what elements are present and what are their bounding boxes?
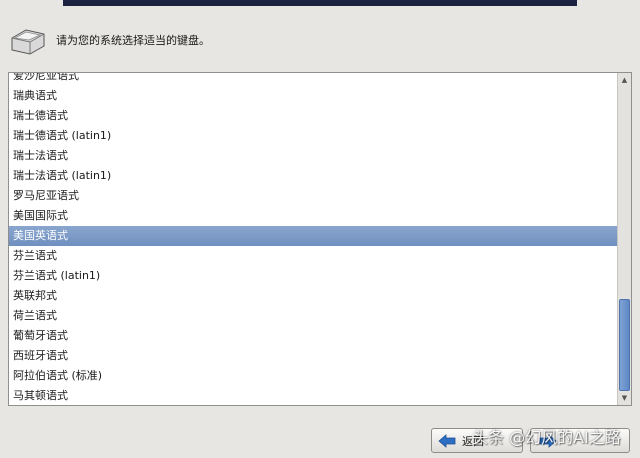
list-item[interactable]: 英联邦式 (9, 286, 617, 306)
list-item[interactable]: 马其顿语式 (9, 386, 617, 405)
list-item[interactable]: 瑞士德语式 (latin1) (9, 126, 617, 146)
top-banner (63, 0, 577, 6)
list-item[interactable]: 美国英语式 (9, 226, 617, 246)
keyboard-list-items: 爱沙尼亚语式 瑞典语式 瑞士德语式 瑞士德语式 (latin1) 瑞士法语式 瑞士法语式 … (9, 73, 617, 405)
list-item[interactable]: 阿拉伯语式 (标准) (9, 366, 617, 386)
list-item[interactable]: 荷兰语式 (9, 306, 617, 326)
arrow-right-icon (539, 433, 557, 448)
list-scrollbar[interactable]: ▲ ▼ (617, 73, 631, 405)
list-item[interactable]: 瑞士法语式 (9, 146, 617, 166)
header-label: 请为您的系统选择适当的键盘。 (56, 34, 210, 47)
list-item[interactable]: 芬兰语式 (latin1) (9, 266, 617, 286)
list-item[interactable]: 西班牙语式 (9, 346, 617, 366)
back-button[interactable]: 返回 (431, 428, 523, 453)
list-item[interactable]: 美国国际式 (9, 206, 617, 226)
scroll-thumb[interactable] (619, 299, 630, 391)
list-item[interactable]: 罗马尼亚语式 (9, 186, 617, 206)
list-item[interactable]: 芬兰语式 (9, 246, 617, 266)
keyboard-list[interactable]: 爱沙尼亚语式 瑞典语式 瑞士德语式 瑞士德语式 (latin1) 瑞士法语式 瑞士法语式 … (8, 72, 632, 406)
list-item[interactable]: 瑞士法语式 (latin1) (9, 166, 617, 186)
next-button[interactable] (530, 428, 630, 453)
header: 请为您的系统选择适当的键盘。 (8, 24, 210, 56)
arrow-left-icon (438, 433, 456, 448)
list-item[interactable]: 葡萄牙语式 (9, 326, 617, 346)
scroll-up-icon[interactable]: ▲ (618, 73, 631, 87)
keyboard-key-icon (11, 29, 45, 55)
scroll-down-icon[interactable]: ▼ (618, 391, 631, 405)
list-item[interactable]: 瑞典语式 (9, 86, 617, 106)
list-item[interactable]: 爱沙尼亚语式 (9, 73, 617, 86)
back-button-label: 返回 (462, 434, 484, 448)
list-item[interactable]: 瑞士德语式 (9, 106, 617, 126)
